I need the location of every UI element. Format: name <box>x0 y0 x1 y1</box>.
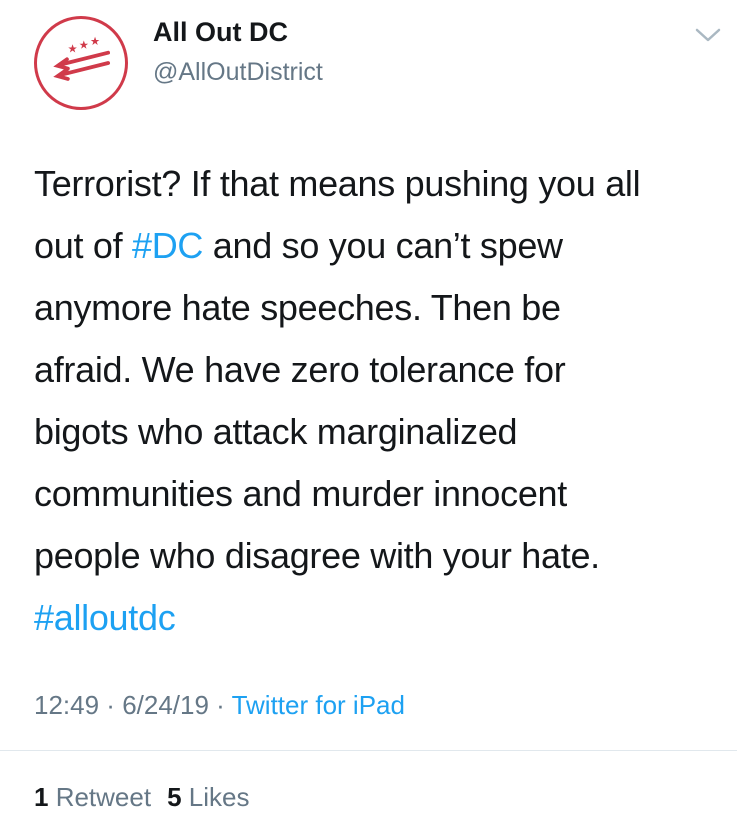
like-label: Likes <box>181 782 250 812</box>
tweet-text-line: out of #DC and so you can’t spew <box>34 215 724 277</box>
like-count: 5 <box>167 782 182 812</box>
tweet-text-line: anymore hate speeches. Then be <box>34 277 724 339</box>
dc-flag-logo-icon <box>53 36 111 81</box>
likes-stat[interactable]: 5 Likes <box>167 782 249 812</box>
tweet-text-segment: and so you can’t spew <box>203 225 563 266</box>
tweet-text-line: bigots who attack marginalized <box>34 401 724 463</box>
tweet-text-segment: people who disagree with your hate. <box>34 535 600 576</box>
chevron-down-icon[interactable] <box>694 24 722 46</box>
hashtag-link[interactable]: #alloutdc <box>34 597 176 638</box>
retweet-count: 1 <box>34 782 49 812</box>
tweet-text-segment: anymore hate speeches. Then be <box>34 287 561 328</box>
tweet-text-line: communities and murder innocent <box>34 463 724 525</box>
tweet-stats: 1 Retweet 5 Likes <box>34 782 265 813</box>
tweet-text-line: #alloutdc <box>34 587 724 649</box>
retweets-stat[interactable]: 1 Retweet <box>34 782 151 812</box>
meta-separator: · <box>99 690 123 720</box>
tweet-text-segment: bigots who attack marginalized <box>34 411 518 452</box>
display-name[interactable]: All Out DC <box>153 17 288 48</box>
divider <box>0 750 737 751</box>
meta-separator: · <box>208 690 232 720</box>
tweet-text-line: afraid. We have zero tolerance for <box>34 339 724 401</box>
tweet-text-segment: out of <box>34 225 132 266</box>
tweet-text-segment: afraid. We have zero tolerance for <box>34 349 566 390</box>
retweet-label: Retweet <box>48 782 152 812</box>
tweet-text-line: people who disagree with your hate. <box>34 525 724 587</box>
user-handle[interactable]: @AllOutDistrict <box>153 58 323 87</box>
tweet-text: Terrorist? If that means pushing you all… <box>34 153 724 649</box>
tweet-detail: All Out DC @AllOutDistrict Terrorist? If… <box>0 0 737 831</box>
tweet-source-link[interactable]: Twitter for iPad <box>232 690 405 720</box>
tweet-text-segment: communities and murder innocent <box>34 473 567 514</box>
avatar[interactable] <box>34 16 128 110</box>
tweet-meta: 12:49 · 6/24/19 · Twitter for iPad <box>34 690 405 721</box>
tweet-text-line: Terrorist? If that means pushing you all <box>34 153 724 215</box>
tweet-time: 12:49 <box>34 690 100 720</box>
tweet-text-segment: Terrorist? If that means pushing you all <box>34 163 641 204</box>
tweet-date: 6/24/19 <box>122 690 209 720</box>
hashtag-link[interactable]: #DC <box>132 225 203 266</box>
